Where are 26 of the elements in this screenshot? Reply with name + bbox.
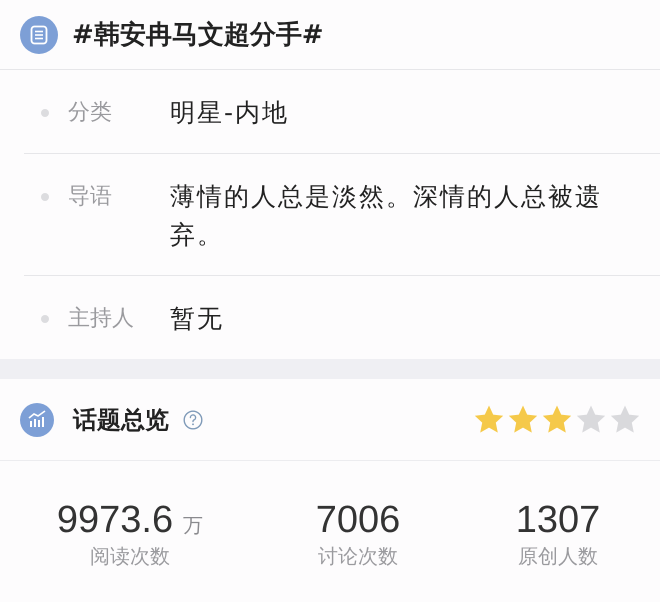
stat-value: 7006 <box>316 498 400 542</box>
star-icon <box>474 405 504 434</box>
detail-value: 明星-内地 <box>170 97 290 129</box>
overview-title: 话题总览 <box>73 404 169 436</box>
bullet-icon <box>41 109 49 117</box>
list-icon <box>20 16 58 54</box>
detail-value: 暂无 <box>170 303 225 335</box>
star-icon <box>542 405 572 434</box>
star-icon <box>576 405 606 434</box>
stat-label: 讨论次数 <box>318 543 398 570</box>
detail-value: 薄情的人总是淡然。深情的人总被遗弃。 <box>170 181 603 251</box>
bullet-icon <box>41 193 49 201</box>
stat-label: 原创人数 <box>518 543 598 570</box>
detail-label: 导语 <box>68 183 113 211</box>
detail-label: 分类 <box>68 99 113 127</box>
stat-label: 阅读次数 <box>90 543 170 570</box>
bullet-icon <box>41 315 49 323</box>
star-icon <box>508 405 538 434</box>
stat-value: 1307 <box>516 498 600 542</box>
help-icon <box>183 410 203 430</box>
detail-label: 主持人 <box>68 305 135 333</box>
stat-value: 9973.6 <box>56 498 174 542</box>
chart-icon <box>20 402 54 436</box>
stat-unit: 万 <box>183 512 204 539</box>
topic-title: #韩安冉马文超分手# <box>72 18 324 52</box>
star-icon <box>610 405 640 434</box>
